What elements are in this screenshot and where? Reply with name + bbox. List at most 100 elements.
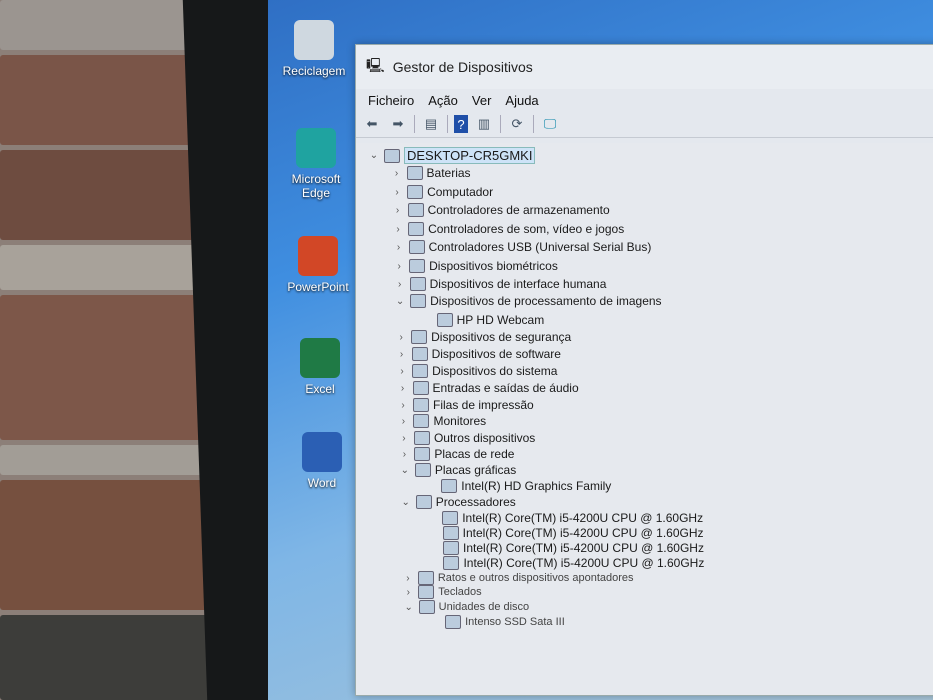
device-icon (408, 240, 425, 254)
tree-item-label: Placas de rede (434, 447, 515, 461)
device-icon (441, 479, 458, 493)
device-icon (418, 585, 435, 599)
desktop-icon-label: Reciclagem (282, 64, 346, 78)
desktop-icon[interactable]: Reciclagem (274, 20, 354, 78)
chevron-right-icon[interactable]: › (397, 383, 409, 394)
update-driver-icon[interactable]: ⟳ (507, 115, 527, 133)
chevron-right-icon[interactable]: › (394, 279, 406, 290)
tree-item-label: Intel(R) Core(TM) i5-4200U CPU @ 1.60GHz (463, 541, 704, 555)
tree-category[interactable]: › Teclados (402, 585, 482, 599)
chevron-right-icon[interactable]: › (393, 242, 405, 253)
tree-category[interactable]: › Controladores de armazenamento (392, 203, 610, 217)
desktop-icon[interactable]: Excel (280, 338, 360, 396)
tree-root[interactable]: ⌄ DESKTOP-CR5GMKI (368, 147, 536, 164)
chevron-right-icon[interactable]: › (398, 449, 410, 460)
desktop-icon[interactable]: Microsoft Edge (276, 128, 356, 200)
tree-category[interactable]: › Ratos e outros dispositivos apontadores (402, 571, 634, 585)
chevron-down-icon[interactable]: ⌄ (403, 602, 415, 613)
brick (0, 615, 230, 700)
chevron-right-icon[interactable]: › (397, 416, 409, 427)
menu-acao[interactable]: Ação (428, 93, 458, 108)
tree-device[interactable]: HP HD Webcam (421, 313, 545, 327)
tree-device[interactable]: Intel(R) Core(TM) i5-4200U CPU @ 1.60GHz (427, 541, 704, 555)
tree-category[interactable]: ⌄ Dispositivos de processamento de imagen… (394, 294, 662, 308)
desktop-icon-label: Excel (305, 382, 335, 396)
tree-device[interactable]: Intel(R) HD Graphics Family (425, 479, 611, 493)
chevron-right-icon[interactable]: › (397, 400, 409, 411)
device-icon (413, 398, 430, 412)
tree-category[interactable]: › Dispositivos de software (396, 347, 561, 361)
device-icon (412, 364, 429, 378)
tree-category[interactable]: › Computador (391, 185, 493, 199)
tree-item-label: Controladores de armazenamento (427, 203, 610, 217)
desktop-icon[interactable]: Word (282, 432, 362, 490)
device-icon (411, 330, 428, 344)
desktop-icon-label: Word (307, 476, 337, 490)
chevron-right-icon[interactable]: › (392, 205, 404, 216)
title-bar: 🖳 Gestor de Dispositivos (356, 45, 933, 89)
menu-ver[interactable]: Ver (472, 93, 492, 108)
edge-icon (296, 128, 336, 168)
tree-category[interactable]: ⌄ Processadores (400, 495, 516, 509)
menu-bar: Ficheiro Ação Ver Ajuda (356, 89, 933, 111)
chevron-right-icon[interactable]: › (402, 573, 414, 584)
tree-category[interactable]: › Filas de impressão (397, 398, 534, 412)
desktop-icon-label: Microsoft Edge (291, 172, 341, 200)
tree-category[interactable]: › Placas de rede (398, 447, 514, 461)
tree-category[interactable]: › Dispositivos de segurança (395, 330, 571, 344)
tree-category[interactable]: › Dispositivos de interface humana (394, 277, 606, 291)
menu-ficheiro[interactable]: Ficheiro (368, 93, 414, 108)
help-icon[interactable]: ? (454, 115, 468, 133)
brick (0, 480, 230, 610)
device-icon (442, 526, 459, 540)
tree-category[interactable]: › Dispositivos do sistema (396, 364, 557, 378)
device-icon (409, 277, 426, 291)
chevron-right-icon[interactable]: › (391, 187, 403, 198)
tree-item-label: Computador (427, 185, 494, 199)
desktop-icon[interactable]: PowerPoint (278, 236, 358, 294)
tree-item-label: Baterias (426, 166, 471, 180)
tree-category[interactable]: › Entradas e saídas de áudio (397, 381, 579, 395)
tree-item-label: Processadores (435, 495, 516, 509)
device-icon (413, 414, 430, 428)
chevron-down-icon[interactable]: ⌄ (368, 150, 380, 161)
device-icon (412, 381, 429, 395)
forward-icon[interactable]: ➡ (388, 115, 408, 133)
back-icon[interactable]: ⬅ (362, 115, 382, 133)
tree-category[interactable]: › Controladores de som, vídeo e jogos (392, 222, 624, 236)
chevron-right-icon[interactable]: › (392, 224, 404, 235)
device-icon (442, 511, 459, 525)
tree-device[interactable]: Intel(R) Core(TM) i5-4200U CPU @ 1.60GHz (427, 556, 704, 570)
chevron-right-icon[interactable]: › (398, 433, 410, 444)
chevron-right-icon[interactable]: › (402, 587, 414, 598)
tree-item-label: Filas de impressão (433, 398, 534, 412)
chevron-down-icon[interactable]: ⌄ (400, 497, 412, 508)
tree-category[interactable]: › Monitores (397, 414, 486, 428)
separator (500, 115, 501, 133)
tree-device[interactable]: Intel(R) Core(TM) i5-4200U CPU @ 1.60GHz (426, 511, 703, 525)
tree-category[interactable]: › Outros dispositivos (398, 431, 535, 445)
tree-item-label: HP HD Webcam (456, 313, 545, 327)
chevron-right-icon[interactable]: › (396, 366, 408, 377)
chevron-right-icon[interactable]: › (395, 332, 407, 343)
view-icon[interactable]: ▥ (474, 115, 494, 133)
tree-category[interactable]: ⌄ Unidades de disco (403, 600, 529, 614)
device-icon (408, 222, 425, 236)
tree-category[interactable]: › Controladores USB (Universal Serial Bus… (393, 240, 651, 254)
tree-device[interactable]: Intel(R) Core(TM) i5-4200U CPU @ 1.60GHz (427, 526, 704, 540)
chevron-right-icon[interactable]: › (393, 261, 405, 272)
chevron-down-icon[interactable]: ⌄ (394, 296, 406, 307)
tree-item-label: Dispositivos biométricos (429, 259, 558, 273)
powerpoint-icon (298, 236, 338, 276)
chevron-right-icon[interactable]: › (391, 168, 403, 179)
menu-ajuda[interactable]: Ajuda (505, 93, 538, 108)
tree-category[interactable]: › Baterias (391, 166, 471, 180)
tree-category[interactable]: ⌄ Placas gráficas (399, 463, 516, 477)
scan-hardware-icon[interactable]: 🖵 (540, 115, 560, 133)
tree-device[interactable]: Intenso SSD Sata III (429, 615, 565, 629)
tree-category[interactable]: › Dispositivos biométricos (393, 259, 558, 273)
device-icon (417, 571, 434, 585)
properties-icon[interactable]: ▤ (421, 115, 441, 133)
chevron-down-icon[interactable]: ⌄ (399, 465, 411, 476)
chevron-right-icon[interactable]: › (396, 349, 408, 360)
